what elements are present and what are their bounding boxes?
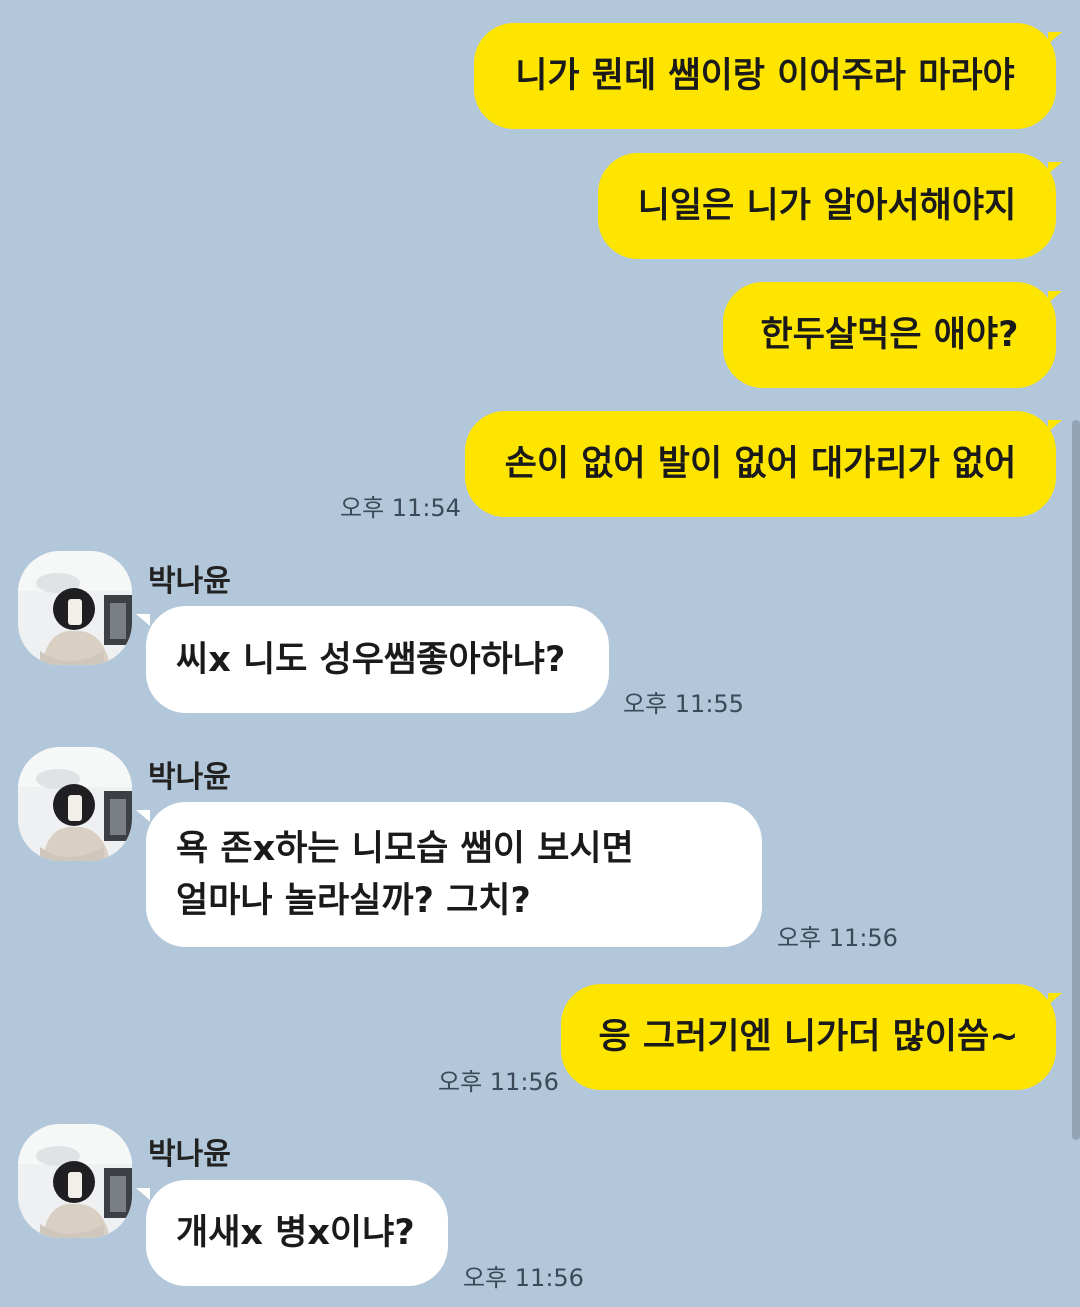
bubble-tail [136,1188,150,1200]
bubble-tail [1048,291,1062,303]
message-text: 니일은 니가 알아서해야지 [637,186,1017,226]
bubble-tail [136,810,150,822]
message-text: 응 그러기엔 니가더 많이씀~ [598,1017,1019,1057]
contact-avatar[interactable] [18,551,132,665]
bubble-tail [1048,32,1062,44]
profile-photo-icon [18,747,132,861]
chat-room[interactable]: 니가 뭔데 쌤이랑 이어주라 마라야 니일은 니가 알아서해야지 한두살먹은 애… [0,0,1080,1307]
contact-avatar[interactable] [18,747,132,861]
message-timestamp: 오후 11:56 [438,1068,559,1096]
message-timestamp: 오후 11:54 [340,494,461,522]
message-timestamp: 오후 11:55 [623,690,744,718]
sender-name: 박나윤 [148,760,231,795]
bubble-tail [1048,993,1062,1005]
message-timestamp: 오후 11:56 [777,924,898,952]
profile-photo-icon [18,1124,132,1238]
message-text: 한두살먹은 애야? [760,315,1019,355]
message-text: 씨x 니도 성우쌤좋아하냐? [176,639,566,680]
my-message-bubble[interactable]: 손이 없어 발이 없어 대가리가 없어 [465,411,1056,517]
message-text: 니가 뭔데 쌤이랑 이어주라 마라야 [515,56,1015,96]
their-message-bubble[interactable]: 씨x 니도 성우쌤좋아하냐? [146,606,609,713]
my-message-bubble[interactable]: 니가 뭔데 쌤이랑 이어주라 마라야 [474,23,1056,129]
message-text: 손이 없어 발이 없어 대가리가 없어 [504,444,1017,484]
their-message-bubble[interactable]: 욕 존x하는 니모습 쌤이 보시면 얼마나 놀라실까? 그치? [146,802,762,947]
chat-scrollbar[interactable] [1072,420,1080,1140]
sender-name: 박나윤 [148,564,231,599]
their-message-bubble[interactable]: 개새x 병x이냐? [146,1180,448,1286]
bubble-tail [136,614,150,626]
message-text-line: 욕 존x하는 니모습 쌤이 보시면 [176,828,634,869]
bubble-tail [1048,162,1062,174]
sender-name: 박나윤 [148,1137,231,1172]
message-timestamp: 오후 11:56 [463,1264,584,1292]
my-message-bubble[interactable]: 니일은 니가 알아서해야지 [598,153,1056,259]
my-message-bubble[interactable]: 한두살먹은 애야? [723,282,1056,388]
my-message-bubble[interactable]: 응 그러기엔 니가더 많이씀~ [561,984,1056,1090]
contact-avatar[interactable] [18,1124,132,1238]
message-text: 개새x 병x이냐? [176,1213,415,1253]
message-text-line: 얼마나 놀라실까? 그치? [176,880,531,921]
bubble-tail [1048,420,1062,432]
profile-photo-icon [18,551,132,665]
